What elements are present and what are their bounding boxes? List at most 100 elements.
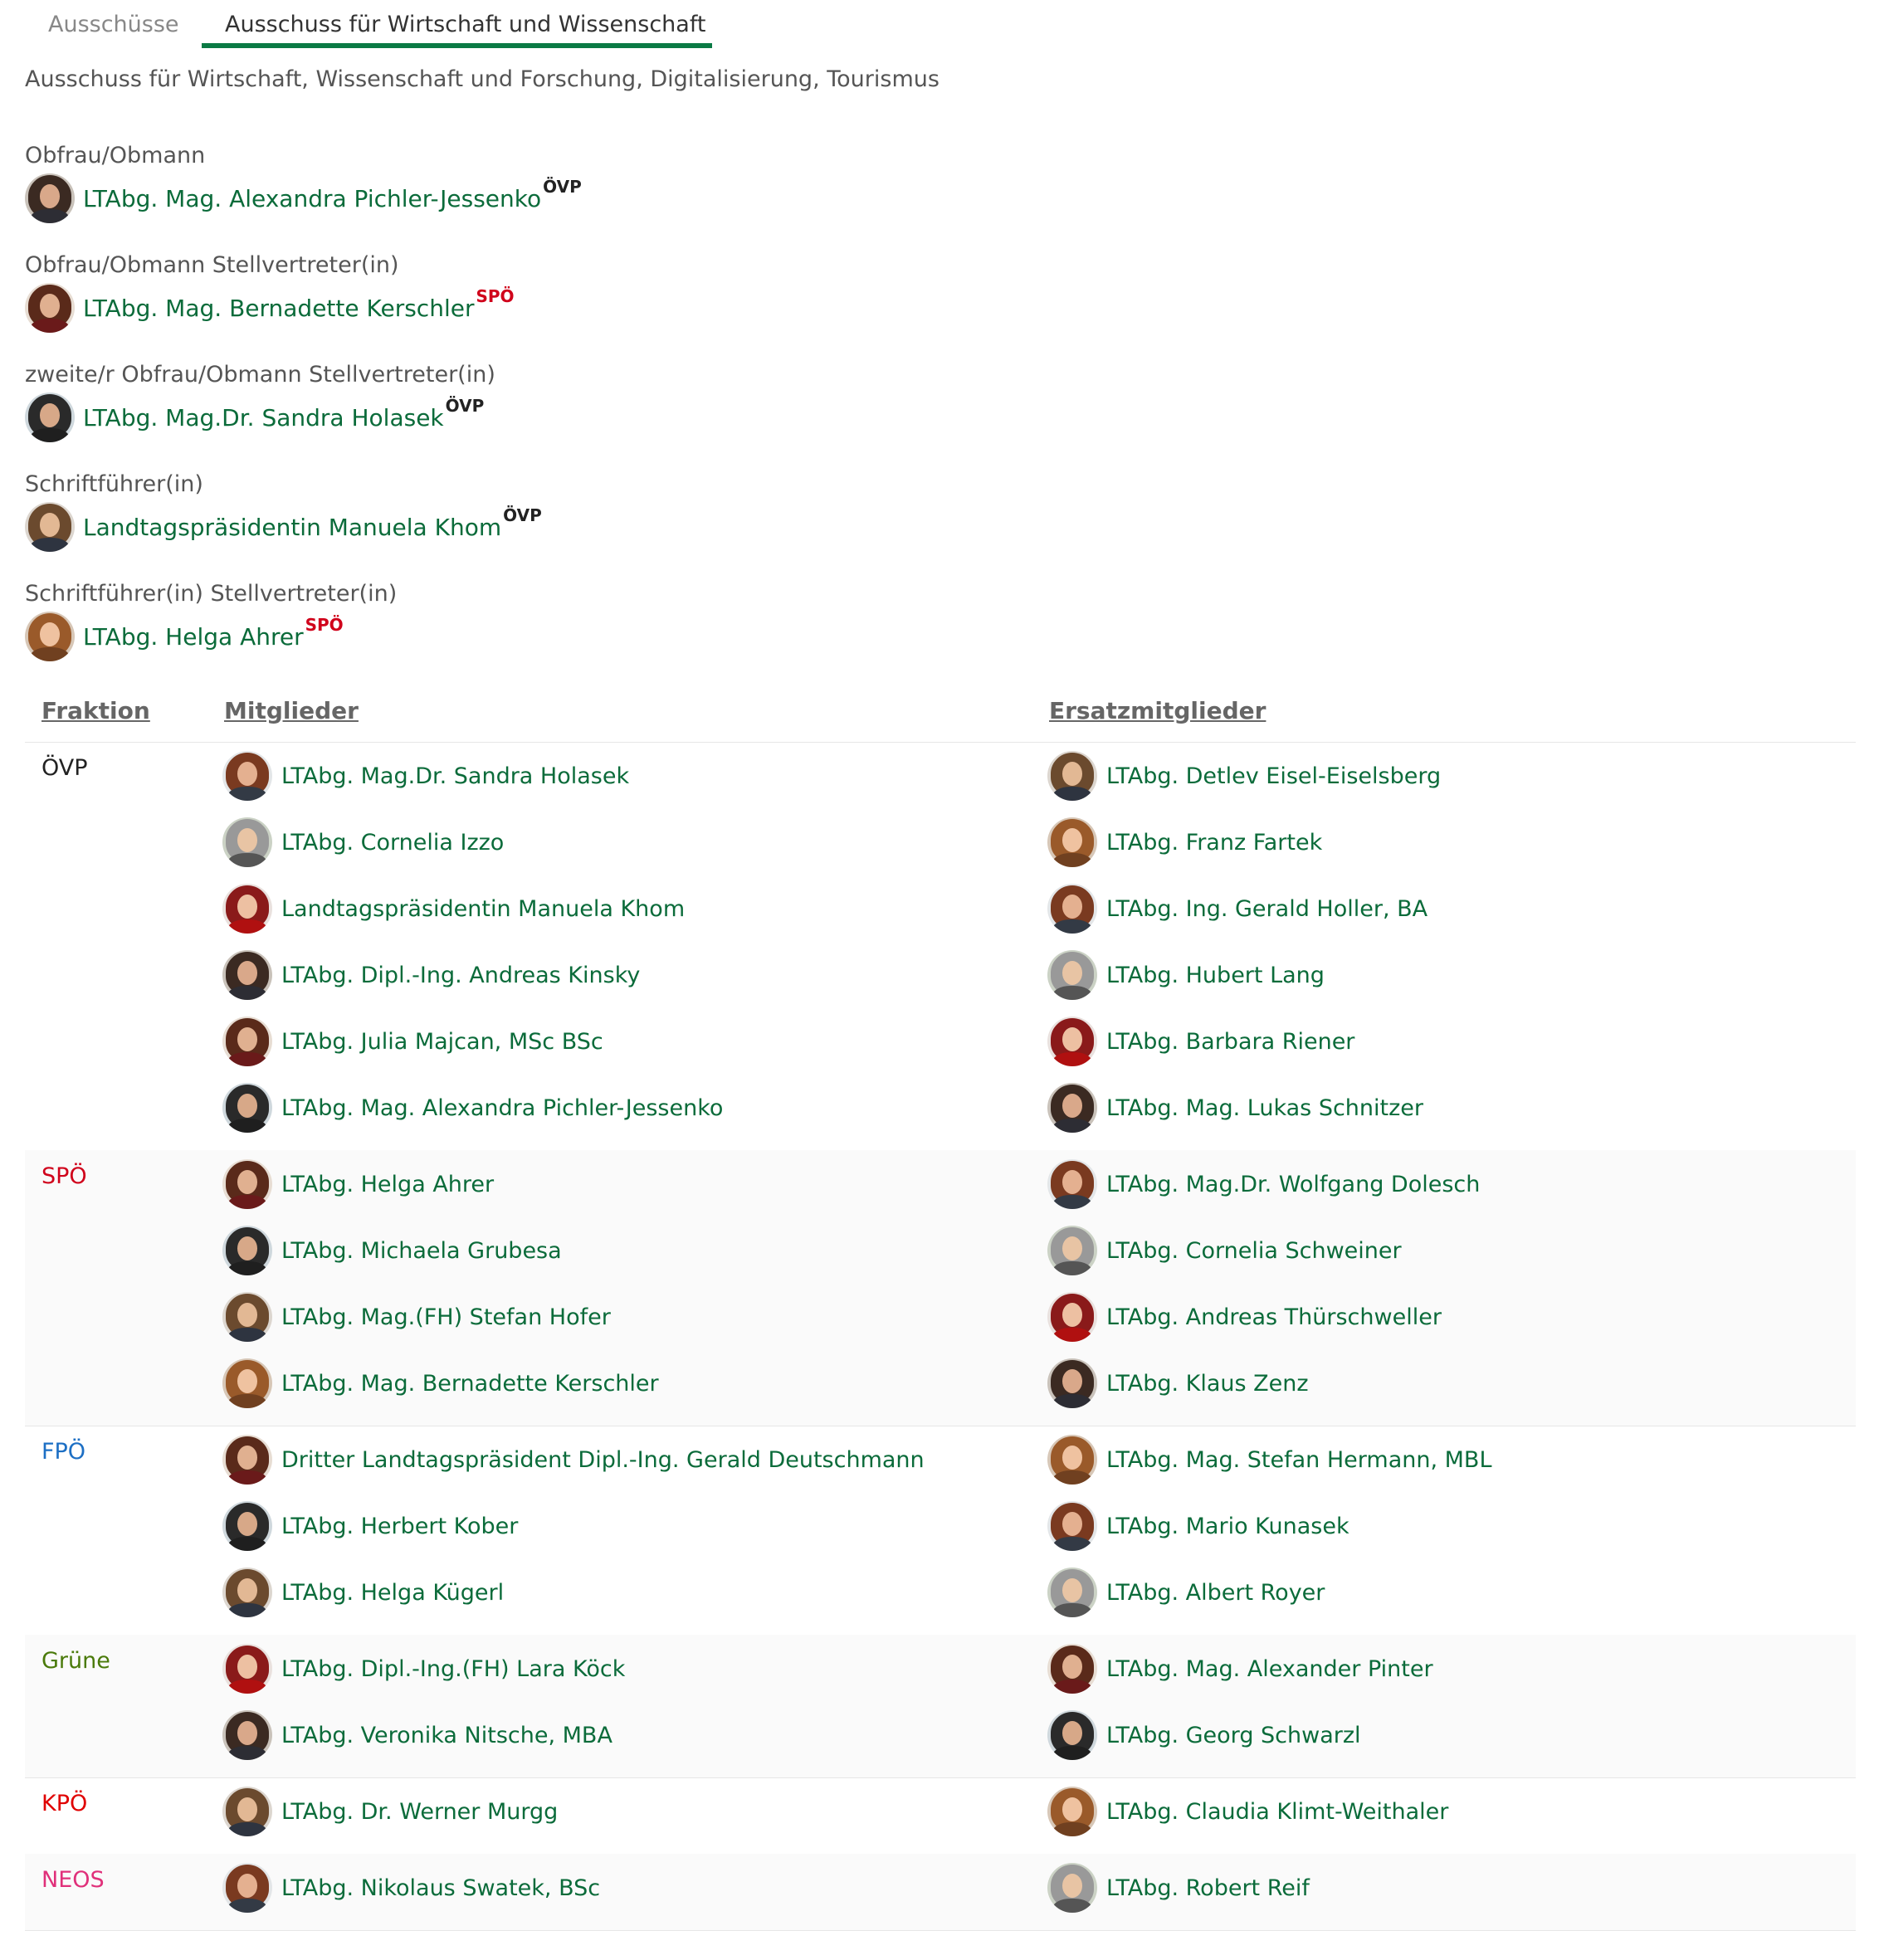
substitute-name[interactable]: LTAbg. Barbara Riener bbox=[1106, 1029, 1354, 1055]
member-item[interactable]: LTAbg. Herbert Kober bbox=[222, 1500, 518, 1552]
substitute-item[interactable]: LTAbg. Mag. Stefan Hermann, MBL bbox=[1047, 1434, 1492, 1485]
role-block: Obfrau/Obmann LTAbg. Mag. Alexandra Pichl… bbox=[25, 141, 1021, 241]
member-item[interactable]: LTAbg. Michaela Grubesa bbox=[222, 1225, 562, 1276]
substitute-name[interactable]: LTAbg. Robert Reif bbox=[1106, 1875, 1310, 1901]
avatar bbox=[1047, 1568, 1097, 1617]
avatar bbox=[222, 1292, 272, 1342]
substitute-item[interactable]: LTAbg. Georg Schwarzl bbox=[1047, 1709, 1361, 1761]
member-item[interactable]: LTAbg. Dipl.-Ing.(FH) Lara Köck bbox=[222, 1643, 625, 1694]
role-person-name[interactable]: LTAbg. Helga Ahrer bbox=[83, 623, 304, 651]
party-badge: ÖVP bbox=[543, 177, 582, 197]
substitute-item[interactable]: LTAbg. Robert Reif bbox=[1047, 1862, 1310, 1914]
substitute-name[interactable]: LTAbg. Albert Royer bbox=[1106, 1580, 1325, 1606]
role-person-name[interactable]: LTAbg. Mag.Dr. Sandra Holasek bbox=[83, 404, 444, 431]
member-name[interactable]: LTAbg. Helga Kügerl bbox=[281, 1580, 504, 1606]
role-title: Schriftführer(in) Stellvertreter(in) bbox=[25, 581, 398, 607]
member-name[interactable]: LTAbg. Helga Ahrer bbox=[281, 1172, 494, 1197]
substitute-name[interactable]: LTAbg. Ing. Gerald Holler, BA bbox=[1106, 896, 1428, 922]
substitute-item[interactable]: LTAbg. Mario Kunasek bbox=[1047, 1500, 1349, 1552]
member-item[interactable]: LTAbg. Mag. Alexandra Pichler-Jessenko bbox=[222, 1082, 723, 1134]
member-name[interactable]: LTAbg. Mag.Dr. Sandra Holasek bbox=[281, 763, 629, 789]
party-badge: ÖVP bbox=[503, 505, 542, 525]
substitute-item[interactable]: LTAbg. Barbara Riener bbox=[1047, 1016, 1354, 1067]
role-person-link[interactable]: Landtagspräsidentin Manuela Khom ÖVP bbox=[25, 501, 542, 553]
substitute-item[interactable]: LTAbg. Hubert Lang bbox=[1047, 949, 1325, 1001]
member-item[interactable]: LTAbg. Helga Ahrer bbox=[222, 1158, 494, 1210]
tab-ausschuesse[interactable]: Ausschüsse bbox=[48, 10, 179, 40]
avatar bbox=[222, 1435, 272, 1485]
member-item[interactable]: LTAbg. Mag.Dr. Sandra Holasek bbox=[222, 750, 629, 802]
member-item[interactable]: LTAbg. Dipl.-Ing. Andreas Kinsky bbox=[222, 949, 640, 1001]
member-item[interactable]: Landtagspräsidentin Manuela Khom bbox=[222, 883, 685, 934]
member-item[interactable]: LTAbg. Helga Kügerl bbox=[222, 1567, 504, 1618]
role-person-name[interactable]: Landtagspräsidentin Manuela Khom bbox=[83, 514, 501, 541]
role-title: Obfrau/Obmann Stellvertreter(in) bbox=[25, 252, 399, 278]
member-name[interactable]: LTAbg. Dipl.-Ing.(FH) Lara Köck bbox=[281, 1656, 625, 1682]
member-item[interactable]: LTAbg. Dr. Werner Murgg bbox=[222, 1786, 558, 1837]
avatar bbox=[1047, 1083, 1097, 1133]
substitute-item[interactable]: LTAbg. Klaus Zenz bbox=[1047, 1358, 1309, 1409]
member-item[interactable]: Dritter Landtagspräsident Dipl.-Ing. Ger… bbox=[222, 1434, 925, 1485]
substitute-name[interactable]: LTAbg. Detlev Eisel-Eiselsberg bbox=[1106, 763, 1441, 789]
avatar bbox=[222, 1863, 272, 1913]
member-item[interactable]: LTAbg. Julia Majcan, MSc BSc bbox=[222, 1016, 603, 1067]
member-item[interactable]: LTAbg. Mag. Bernadette Kerschler bbox=[222, 1358, 659, 1409]
avatar bbox=[222, 1787, 272, 1836]
role-person-link[interactable]: LTAbg. Helga Ahrer SPÖ bbox=[25, 611, 344, 662]
substitute-item[interactable]: LTAbg. Ing. Gerald Holler, BA bbox=[1047, 883, 1428, 934]
member-name[interactable]: LTAbg. Veronika Nitsche, MBA bbox=[281, 1723, 613, 1748]
substitute-item[interactable]: LTAbg. Mag.Dr. Wolfgang Dolesch bbox=[1047, 1158, 1480, 1210]
member-item[interactable]: LTAbg. Mag.(FH) Stefan Hofer bbox=[222, 1291, 611, 1343]
member-name[interactable]: LTAbg. Dr. Werner Murgg bbox=[281, 1799, 558, 1825]
substitute-name[interactable]: LTAbg. Mag. Alexander Pinter bbox=[1106, 1656, 1433, 1682]
header-ersatzmitglieder[interactable]: Ersatzmitglieder bbox=[1049, 697, 1266, 724]
substitute-item[interactable]: LTAbg. Mag. Alexander Pinter bbox=[1047, 1643, 1433, 1694]
substitute-name[interactable]: LTAbg. Cornelia Schweiner bbox=[1106, 1238, 1402, 1264]
member-name[interactable]: LTAbg. Cornelia Izzo bbox=[281, 830, 504, 856]
substitute-item[interactable]: LTAbg. Mag. Lukas Schnitzer bbox=[1047, 1082, 1423, 1134]
avatar bbox=[25, 502, 75, 552]
header-fraktion[interactable]: Fraktion bbox=[41, 697, 150, 724]
member-name[interactable]: Landtagspräsidentin Manuela Khom bbox=[281, 896, 685, 922]
party-badge: SPÖ bbox=[305, 615, 344, 635]
role-person-name[interactable]: LTAbg. Mag. Bernadette Kerschler bbox=[83, 295, 474, 322]
member-item[interactable]: LTAbg. Nikolaus Swatek, BSc bbox=[222, 1862, 600, 1914]
avatar bbox=[1047, 1644, 1097, 1694]
member-item[interactable]: LTAbg. Veronika Nitsche, MBA bbox=[222, 1709, 613, 1761]
member-name[interactable]: Dritter Landtagspräsident Dipl.-Ing. Ger… bbox=[281, 1447, 925, 1473]
avatar bbox=[222, 1568, 272, 1617]
member-name[interactable]: LTAbg. Julia Majcan, MSc BSc bbox=[281, 1029, 603, 1055]
role-person-link[interactable]: LTAbg. Mag.Dr. Sandra Holasek ÖVP bbox=[25, 392, 484, 443]
member-name[interactable]: LTAbg. Nikolaus Swatek, BSc bbox=[281, 1875, 600, 1901]
member-name[interactable]: LTAbg. Mag. Bernadette Kerschler bbox=[281, 1371, 659, 1397]
role-person-link[interactable]: LTAbg. Mag. Alexandra Pichler-Jessenko ÖV… bbox=[25, 173, 582, 224]
member-name[interactable]: LTAbg. Mag.(FH) Stefan Hofer bbox=[281, 1304, 611, 1330]
substitute-name[interactable]: LTAbg. Andreas Thürschweller bbox=[1106, 1304, 1442, 1330]
substitute-name[interactable]: LTAbg. Mag.Dr. Wolfgang Dolesch bbox=[1106, 1172, 1480, 1197]
substitute-name[interactable]: LTAbg. Claudia Klimt-Weithaler bbox=[1106, 1799, 1448, 1825]
substitute-name[interactable]: LTAbg. Mag. Stefan Hermann, MBL bbox=[1106, 1447, 1492, 1473]
role-person-name[interactable]: LTAbg. Mag. Alexandra Pichler-Jessenko bbox=[83, 185, 541, 212]
substitute-item[interactable]: LTAbg. Franz Fartek bbox=[1047, 817, 1322, 868]
substitute-name[interactable]: LTAbg. Mario Kunasek bbox=[1106, 1514, 1349, 1539]
header-mitglieder[interactable]: Mitglieder bbox=[224, 697, 359, 724]
member-name[interactable]: LTAbg. Herbert Kober bbox=[281, 1514, 518, 1539]
substitute-name[interactable]: LTAbg. Hubert Lang bbox=[1106, 963, 1325, 988]
substitute-item[interactable]: LTAbg. Detlev Eisel-Eiselsberg bbox=[1047, 750, 1441, 802]
substitute-name[interactable]: LTAbg. Georg Schwarzl bbox=[1106, 1723, 1361, 1748]
substitute-item[interactable]: LTAbg. Claudia Klimt-Weithaler bbox=[1047, 1786, 1448, 1837]
substitute-item[interactable]: LTAbg. Andreas Thürschweller bbox=[1047, 1291, 1442, 1343]
avatar bbox=[222, 884, 272, 934]
substitute-item[interactable]: LTAbg. Cornelia Schweiner bbox=[1047, 1225, 1402, 1276]
member-item[interactable]: LTAbg. Cornelia Izzo bbox=[222, 817, 504, 868]
member-name[interactable]: LTAbg. Michaela Grubesa bbox=[281, 1238, 562, 1264]
member-name[interactable]: LTAbg. Mag. Alexandra Pichler-Jessenko bbox=[281, 1095, 723, 1121]
tab-ausschuss-wirtschaft[interactable]: Ausschuss für Wirtschaft und Wissenschaf… bbox=[225, 10, 705, 40]
member-name[interactable]: LTAbg. Dipl.-Ing. Andreas Kinsky bbox=[281, 963, 640, 988]
substitute-name[interactable]: LTAbg. Klaus Zenz bbox=[1106, 1371, 1309, 1397]
role-person-link[interactable]: LTAbg. Mag. Bernadette Kerschler SPÖ bbox=[25, 282, 515, 334]
substitute-name[interactable]: LTAbg. Mag. Lukas Schnitzer bbox=[1106, 1095, 1423, 1121]
substitute-name[interactable]: LTAbg. Franz Fartek bbox=[1106, 830, 1322, 856]
table-header: Fraktion Mitglieder Ersatzmitglieder bbox=[25, 695, 1856, 743]
substitute-item[interactable]: LTAbg. Albert Royer bbox=[1047, 1567, 1325, 1618]
